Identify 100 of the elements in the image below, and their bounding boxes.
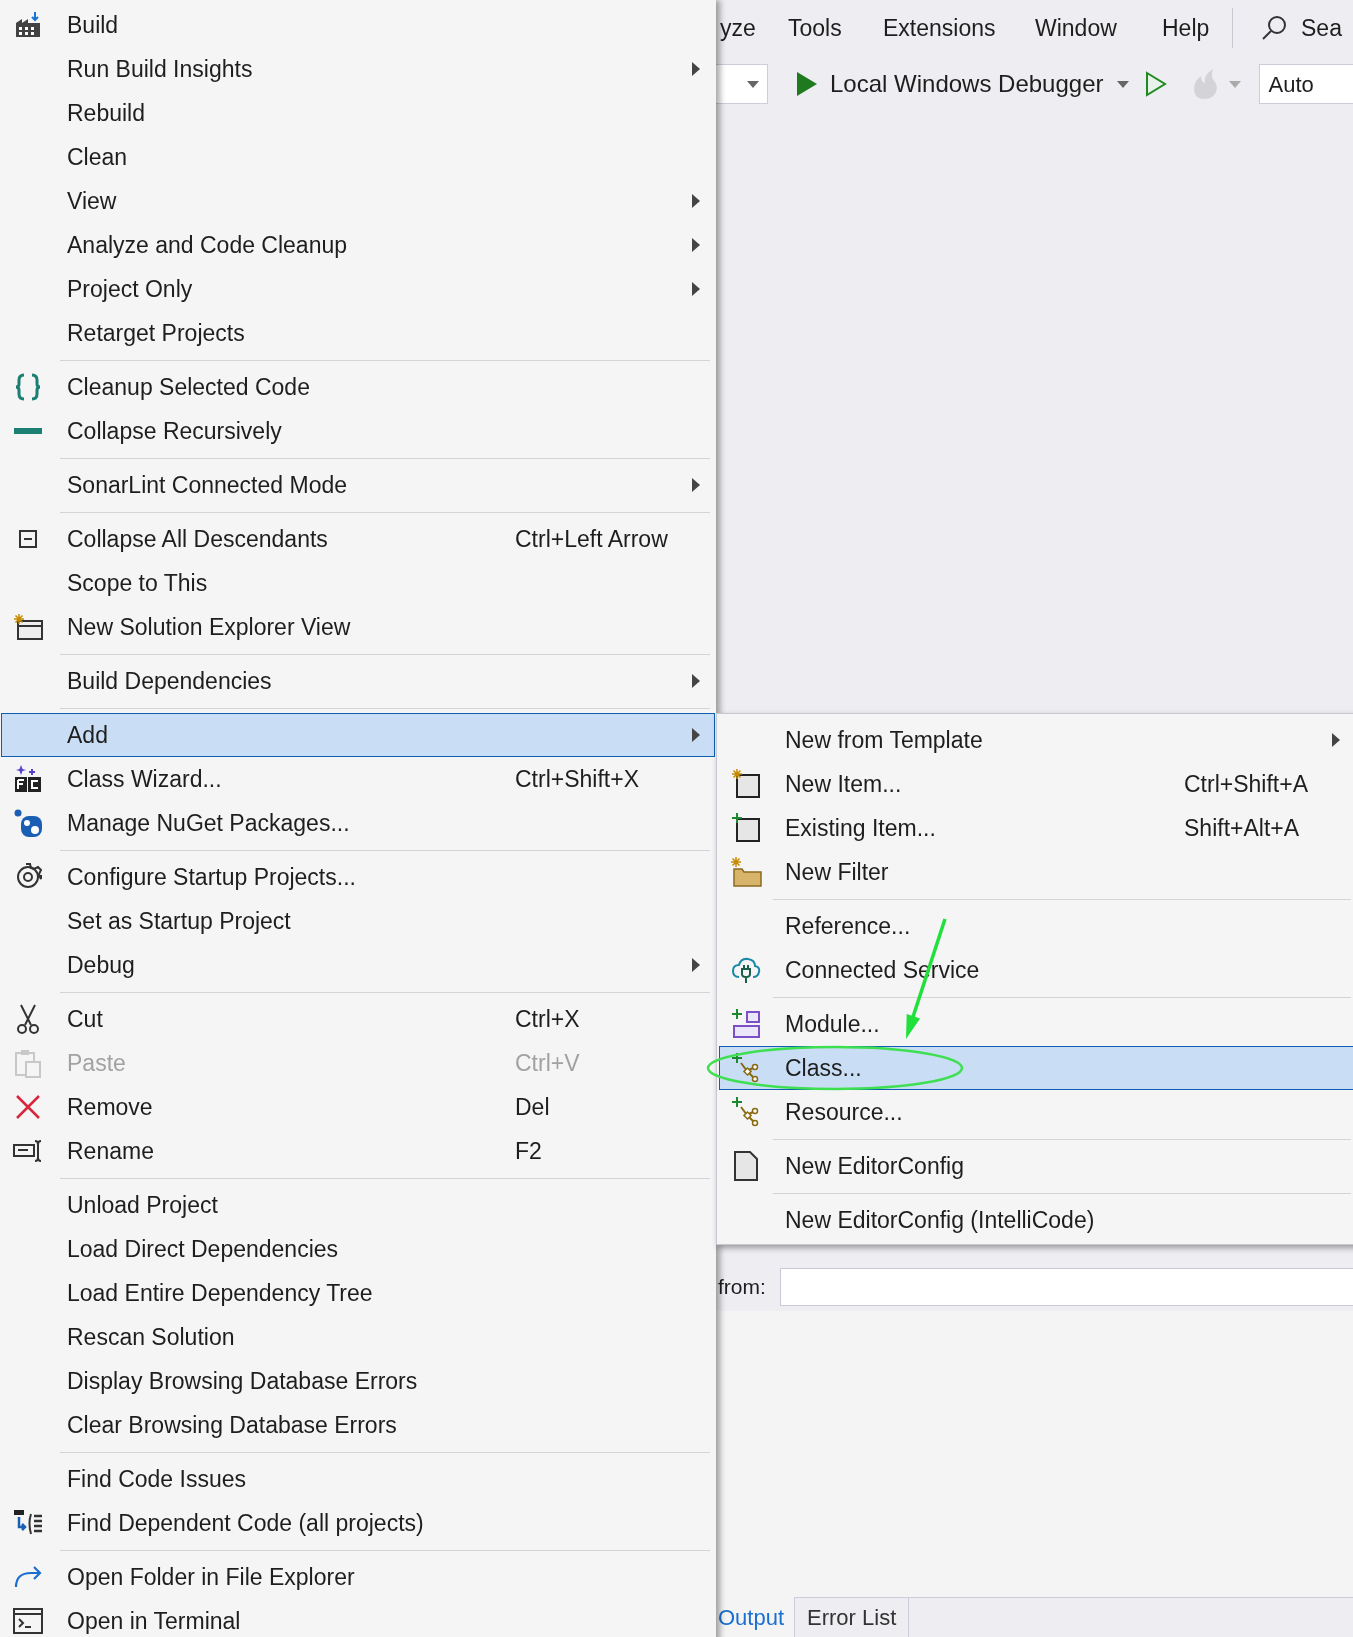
caret-icon (747, 80, 759, 88)
menu-item[interactable]: Collapse Recursively (1, 409, 715, 453)
menu-item[interactable]: Remove Del (1, 1085, 715, 1129)
menu-item[interactable]: Build (1, 3, 715, 47)
shortcut-label: F2 (515, 1137, 542, 1164)
menu-item[interactable]: New EditorConfig (719, 1144, 1353, 1188)
shortcut-label: Ctrl+V (515, 1049, 580, 1076)
fc-blocks-icon (13, 764, 43, 794)
menu-item[interactable]: Class Wizard... Ctrl+Shift+X (1, 757, 715, 801)
menu-bar-item[interactable]: Window (1035, 10, 1162, 46)
play-icon (796, 71, 818, 97)
menu-item[interactable]: Configure Startup Projects... (1, 855, 715, 899)
flame-icon (1191, 68, 1220, 100)
menu-item[interactable]: Retarget Projects (1, 311, 715, 355)
clipboard-icon (14, 1048, 42, 1078)
start-debugging-button[interactable]: Local Windows Debugger (796, 66, 1104, 102)
module-blocks-icon (731, 1009, 761, 1039)
shortcut-label: Del (515, 1093, 550, 1120)
input-field[interactable] (779, 1268, 1353, 1306)
submenu-arrow-icon (1332, 733, 1340, 747)
menu-item[interactable]: New Filter (719, 850, 1353, 894)
shortcut-label: Ctrl+Left Arrow (515, 525, 668, 552)
panel-tab[interactable]: Output (716, 1597, 795, 1637)
field-label: from: (718, 1274, 766, 1301)
menu-item[interactable]: New EditorConfig (IntelliCode) (719, 1198, 1353, 1242)
menu-item[interactable]: View (1, 179, 715, 223)
shortcut-label: Ctrl+X (515, 1005, 580, 1032)
submenu-arrow-icon (692, 282, 700, 296)
submenu-arrow-icon (692, 728, 700, 742)
caret-icon (1117, 80, 1130, 88)
menu-item[interactable]: Unload Project (1, 1183, 715, 1227)
terminal-icon (13, 1608, 43, 1634)
window-star-icon (13, 613, 43, 641)
menu-item[interactable]: Debug (1, 943, 715, 987)
menu-item[interactable]: Clean (1, 135, 715, 179)
menu-bar-item[interactable]: Help (1162, 10, 1232, 46)
menu-item[interactable]: Collapse All Descendants Ctrl+Left Arrow (1, 517, 715, 561)
class-tree-icon (731, 1097, 761, 1127)
menu-item[interactable]: Manage NuGet Packages... (1, 801, 715, 845)
menu-item[interactable]: Module... (719, 1002, 1353, 1046)
shortcut-label: Ctrl+Shift+A (1184, 770, 1308, 797)
search-box[interactable]: Sea (1261, 10, 1342, 46)
menu-item[interactable]: Cut Ctrl+X (1, 997, 715, 1041)
dropdown-field[interactable] (716, 64, 768, 104)
menu-item[interactable]: Class... (719, 1046, 1353, 1090)
menu-item[interactable]: SonarLint Connected Mode (1, 463, 715, 507)
menu-item[interactable]: Find Dependent Code (all projects) (1, 1501, 715, 1545)
minus-bar-icon (14, 428, 42, 434)
menu-item[interactable]: Set as Startup Project (1, 899, 715, 943)
new-document-icon (731, 769, 761, 799)
menu-item[interactable]: Display Browsing Database Errors (1, 1359, 715, 1403)
menu-item[interactable]: Resource... (719, 1090, 1353, 1134)
menu-item[interactable]: Open in Terminal (1, 1599, 715, 1637)
menu-item[interactable]: Rebuild (1, 91, 715, 135)
submenu-arrow-icon (692, 62, 700, 76)
shortcut-label: Ctrl+Shift+X (515, 765, 639, 792)
folder-star-icon (730, 857, 762, 887)
play-outline-icon (1145, 71, 1168, 97)
menu-bar-item[interactable]: Extensions (883, 10, 1035, 46)
menu-item[interactable]: Run Build Insights (1, 47, 715, 91)
menu-item[interactable]: Find Code Issues (1, 1457, 715, 1501)
class-tree-icon (731, 1053, 761, 1083)
document-icon (734, 1151, 758, 1181)
menu-item[interactable]: Rename F2 (1, 1129, 715, 1173)
curved-arrow-icon (13, 1565, 43, 1589)
menu-bar-item[interactable]: Tools (788, 10, 883, 46)
document-plus-icon (731, 813, 761, 843)
rename-icon (13, 1139, 43, 1163)
menu-item[interactable]: Scope to This (1, 561, 715, 605)
menu-item[interactable]: Load Entire Dependency Tree (1, 1271, 715, 1315)
search-icon (1261, 15, 1287, 41)
scissors-icon (16, 1004, 40, 1034)
package-icon (13, 808, 43, 838)
collapse-square-icon (19, 530, 37, 548)
menu-item[interactable]: Open Folder in File Explorer (1, 1555, 715, 1599)
factory-download-icon (14, 11, 42, 39)
configuration-field[interactable]: Auto (1259, 64, 1353, 104)
menu-item[interactable]: Existing Item... Shift+Alt+A (719, 806, 1353, 850)
menu-item[interactable]: Project Only (1, 267, 715, 311)
braces-icon (13, 372, 43, 402)
menu-item[interactable]: Load Direct Dependencies (1, 1227, 715, 1271)
cloud-plug-icon (731, 955, 761, 985)
panel-tab[interactable]: Error List (794, 1597, 910, 1637)
menu-item[interactable]: Analyze and Code Cleanup (1, 223, 715, 267)
menu-item[interactable]: Add (1, 713, 715, 757)
menu-item[interactable]: New Item... Ctrl+Shift+A (719, 762, 1353, 806)
menu-bar-item[interactable]: yze (720, 10, 788, 46)
submenu-arrow-icon (692, 958, 700, 972)
menu-item[interactable]: Reference... (719, 904, 1353, 948)
submenu-arrow-icon (692, 194, 700, 208)
menu-item[interactable]: Clear Browsing Database Errors (1, 1403, 715, 1447)
submenu-arrow-icon (692, 674, 700, 688)
close-icon (15, 1094, 41, 1120)
submenu-arrow-icon (692, 478, 700, 492)
menu-item[interactable]: Cleanup Selected Code (1, 365, 715, 409)
menu-item[interactable]: New Solution Explorer View (1, 605, 715, 649)
menu-item[interactable]: Build Dependencies (1, 659, 715, 703)
menu-item[interactable]: New from Template (719, 718, 1353, 762)
shortcut-label: Shift+Alt+A (1184, 814, 1300, 841)
menu-item[interactable]: Rescan Solution (1, 1315, 715, 1359)
